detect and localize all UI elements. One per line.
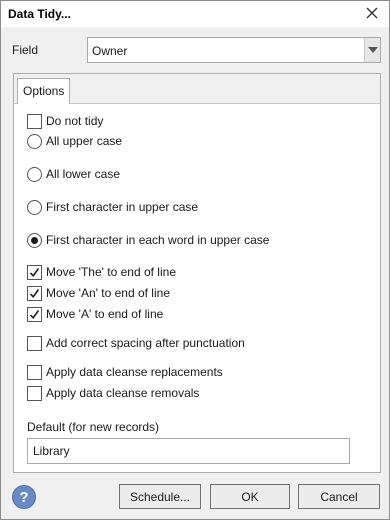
move-the-option[interactable]: Move 'The' to end of line [27, 264, 176, 280]
move-a-checkbox[interactable] [27, 306, 42, 322]
cancel-button[interactable]: Cancel [298, 484, 380, 509]
ok-button[interactable]: OK [210, 484, 290, 509]
do-not-tidy-option[interactable]: Do not tidy [27, 113, 103, 129]
case-upper-label: All upper case [46, 134, 123, 148]
default-label: Default (for new records) [27, 420, 160, 434]
spacing-label: Add correct spacing after punctuation [46, 336, 245, 350]
case-upper-radio[interactable] [27, 133, 42, 149]
check-icon [29, 288, 40, 298]
title-bar: Data Tidy... [1, 1, 389, 27]
tab-strip: Options [14, 74, 380, 104]
case-first-char-option[interactable]: First character in upper case [27, 199, 198, 215]
move-an-checkbox[interactable] [27, 285, 42, 301]
removals-checkbox[interactable] [27, 385, 42, 401]
do-not-tidy-checkbox[interactable] [27, 113, 42, 129]
radio-selected-dot [31, 236, 38, 244]
move-a-option[interactable]: Move 'A' to end of line [27, 306, 163, 322]
dialog-window: Data Tidy... Field Owner Options Do not … [0, 0, 390, 520]
do-not-tidy-label: Do not tidy [46, 114, 104, 128]
case-each-word-option[interactable]: First character in each word in upper ca… [27, 232, 269, 248]
close-icon[interactable] [363, 4, 381, 22]
move-the-checkbox[interactable] [27, 264, 42, 280]
default-input[interactable] [28, 439, 349, 463]
removals-option[interactable]: Apply data cleanse removals [27, 385, 199, 401]
replacements-option[interactable]: Apply data cleanse replacements [27, 364, 223, 380]
case-each-word-radio[interactable] [27, 232, 42, 248]
schedule-button[interactable]: Schedule... [119, 484, 201, 509]
replacements-label: Apply data cleanse replacements [46, 365, 223, 379]
help-icon[interactable]: ? [12, 485, 36, 509]
tab-options[interactable]: Options [17, 78, 71, 104]
move-an-option[interactable]: Move 'An' to end of line [27, 285, 170, 301]
case-upper-option[interactable]: All upper case [27, 133, 122, 149]
spacing-checkbox[interactable] [27, 335, 42, 351]
field-select[interactable]: Owner [87, 37, 381, 63]
field-select-value: Owner [92, 44, 128, 58]
move-the-label: Move 'The' to end of line [46, 265, 176, 279]
case-lower-radio[interactable] [27, 166, 42, 182]
case-first-char-radio[interactable] [27, 199, 42, 215]
move-a-label: Move 'A' to end of line [46, 307, 164, 321]
case-lower-label: All lower case [46, 167, 121, 181]
check-icon [29, 309, 40, 319]
field-label: Field [12, 43, 39, 57]
removals-label: Apply data cleanse removals [46, 386, 200, 400]
spacing-option[interactable]: Add correct spacing after punctuation [27, 335, 245, 351]
default-field[interactable] [27, 438, 350, 464]
check-icon [29, 267, 40, 277]
case-each-word-label: First character in each word in upper ca… [46, 233, 270, 247]
chevron-down-icon[interactable] [364, 38, 380, 62]
move-an-label: Move 'An' to end of line [46, 286, 170, 300]
case-first-char-label: First character in upper case [46, 200, 199, 214]
case-lower-option[interactable]: All lower case [27, 166, 120, 182]
replacements-checkbox[interactable] [27, 364, 42, 380]
window-title: Data Tidy... [8, 7, 71, 21]
